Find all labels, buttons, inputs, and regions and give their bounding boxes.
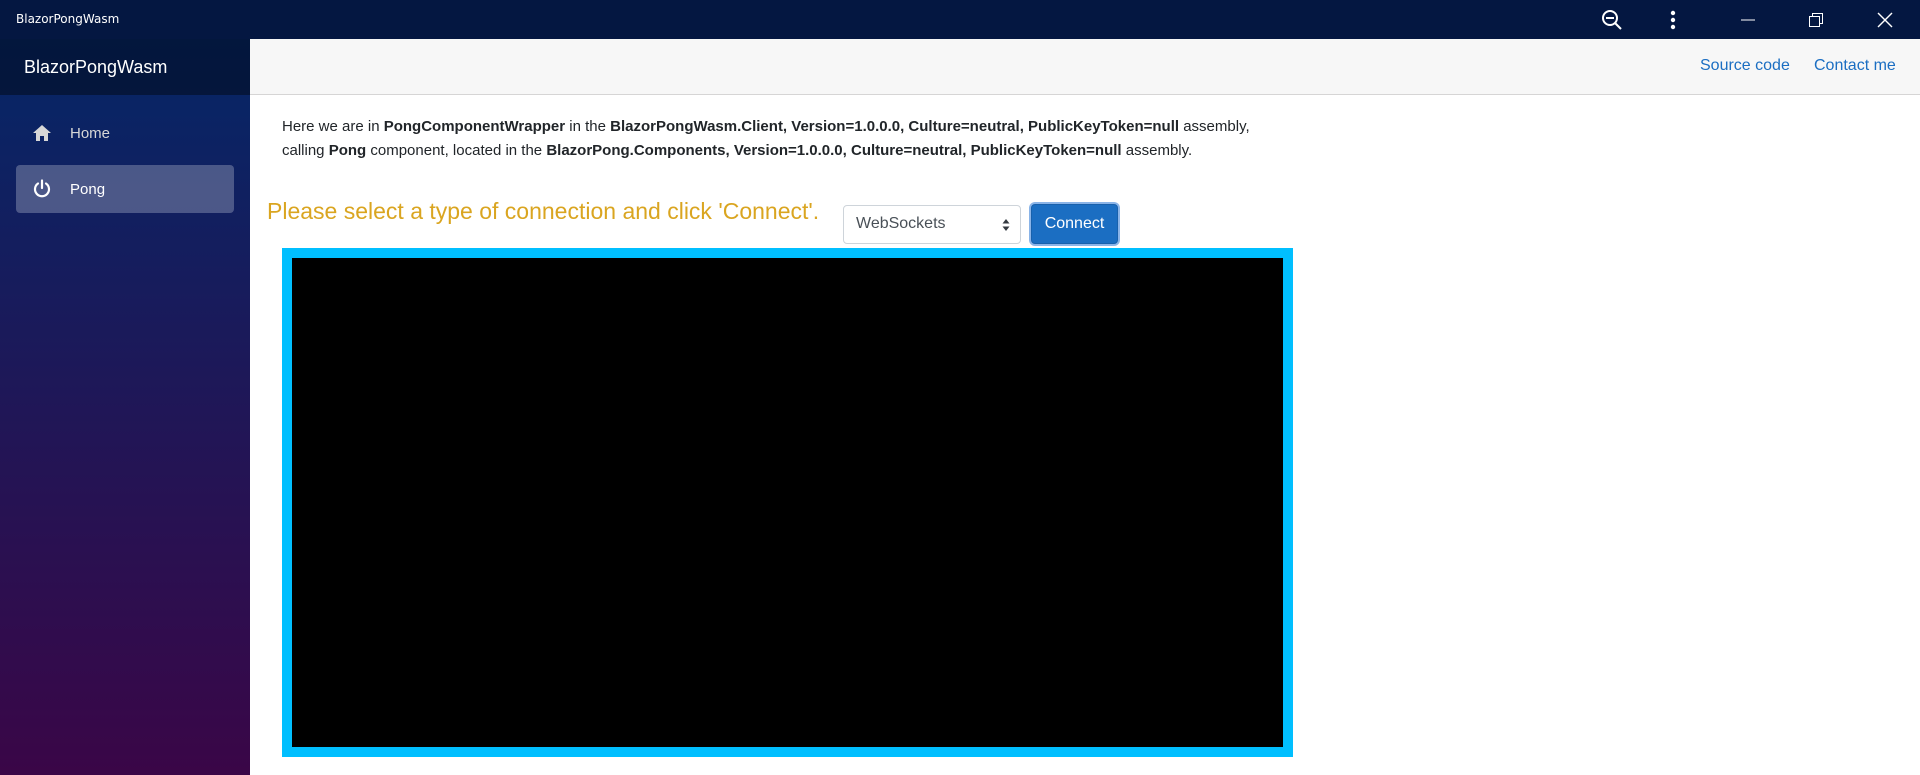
main-content: Here we are in PongComponentWrapper in t… bbox=[250, 95, 1920, 775]
more-icon bbox=[1670, 10, 1676, 29]
connection-type-select[interactable]: WebSockets bbox=[843, 205, 1021, 244]
close-icon bbox=[1877, 12, 1893, 27]
intro-text-segment: in the bbox=[565, 118, 611, 135]
home-icon bbox=[30, 121, 54, 145]
connect-button[interactable]: Connect bbox=[1031, 204, 1118, 244]
connection-type-value: WebSockets bbox=[856, 215, 946, 232]
intro-line-2: calling Pong component, located in the B… bbox=[282, 139, 1382, 163]
contact-me-link[interactable]: Contact me bbox=[1814, 57, 1896, 75]
intro-line-1: Here we are in PongComponentWrapper in t… bbox=[282, 115, 1382, 139]
power-icon bbox=[30, 177, 54, 201]
intro-text-segment: assembly. bbox=[1121, 142, 1193, 159]
connection-prompt: Please select a type of connection and c… bbox=[267, 198, 820, 224]
intro-text-segment: Here we are in bbox=[282, 118, 384, 135]
restore-icon bbox=[1809, 12, 1823, 27]
select-arrows-icon bbox=[1002, 219, 1010, 231]
window-titlebar: BlazorPongWasm bbox=[0, 0, 1920, 39]
sidebar-item-pong[interactable]: Pong bbox=[16, 165, 234, 213]
more-options-button[interactable] bbox=[1645, 0, 1701, 39]
top-row: Source code Contact me bbox=[250, 39, 1920, 95]
sidebar-item-home[interactable]: Home bbox=[16, 109, 234, 157]
intro-text-segment: calling bbox=[282, 142, 329, 159]
source-code-link[interactable]: Source code bbox=[1700, 57, 1790, 75]
intro-text-segment: assembly, bbox=[1179, 118, 1250, 135]
components-assembly-name: BlazorPong.Components, Version=1.0.0.0, … bbox=[546, 142, 1122, 159]
game-frame bbox=[282, 248, 1293, 757]
game-canvas[interactable] bbox=[292, 258, 1283, 747]
intro-text: Here we are in PongComponentWrapper in t… bbox=[282, 115, 1382, 163]
minimize-icon bbox=[1741, 19, 1755, 20]
sidebar: BlazorPongWasm Home Pong bbox=[0, 39, 250, 775]
minimize-button[interactable] bbox=[1720, 0, 1776, 39]
intro-text-segment: component, located in the bbox=[366, 142, 547, 159]
close-button[interactable] bbox=[1857, 0, 1913, 39]
restore-button[interactable] bbox=[1788, 0, 1844, 39]
sidebar-item-label: Pong bbox=[70, 180, 106, 198]
sidebar-item-label: Home bbox=[70, 124, 111, 142]
wrapper-component-name: PongComponentWrapper bbox=[383, 118, 566, 135]
window-title: BlazorPongWasm bbox=[16, 12, 120, 26]
sidebar-nav: Home Pong bbox=[0, 95, 250, 213]
sidebar-brand[interactable]: BlazorPongWasm bbox=[0, 39, 250, 95]
zoom-out-button[interactable] bbox=[1584, 0, 1640, 39]
pong-component-name: Pong bbox=[328, 142, 367, 159]
zoom-out-icon bbox=[1602, 9, 1622, 30]
client-assembly-name: BlazorPongWasm.Client, Version=1.0.0.0, … bbox=[610, 118, 1180, 135]
